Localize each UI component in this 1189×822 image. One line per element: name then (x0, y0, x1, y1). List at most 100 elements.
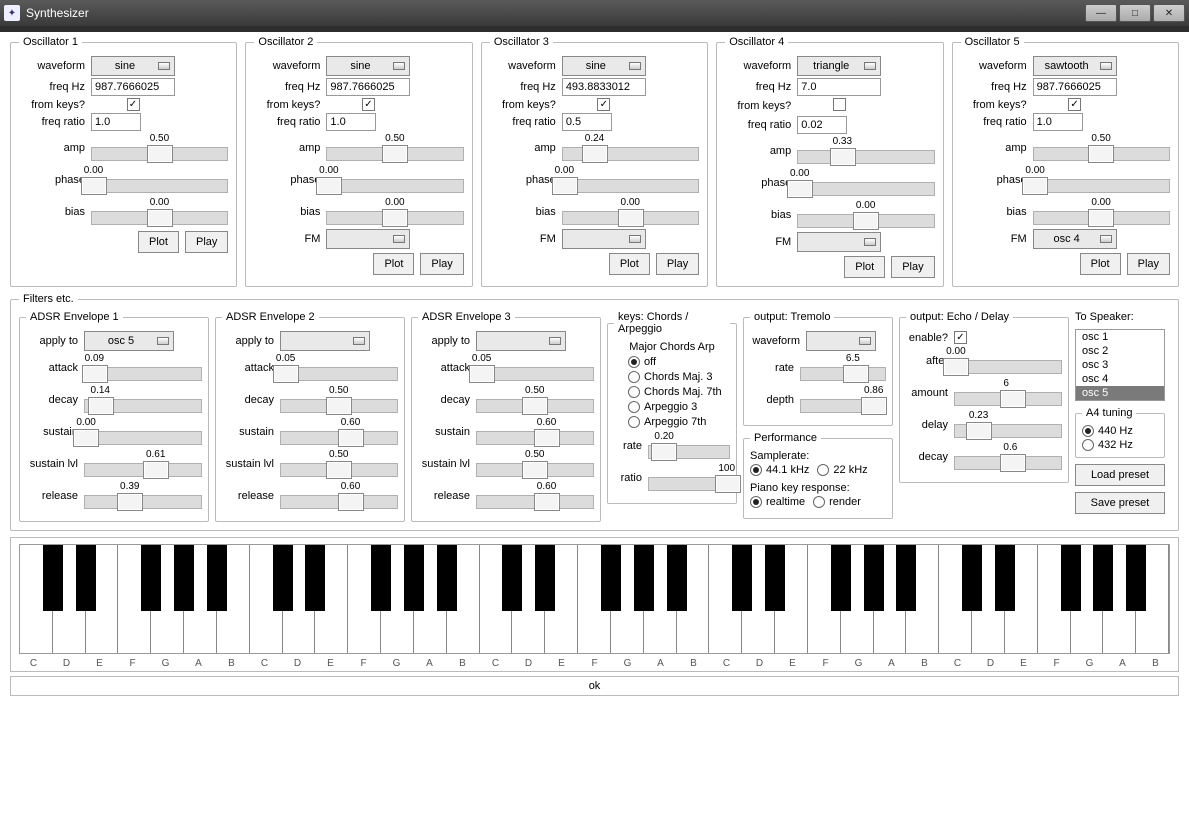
echo-delay-slider[interactable]: 0.23 (954, 410, 1062, 440)
arp-option-1-radio[interactable] (628, 371, 640, 383)
a4-1-radio[interactable] (1082, 439, 1094, 451)
save-preset-button[interactable]: Save preset (1075, 492, 1165, 514)
tospeaker-item-2[interactable]: osc 3 (1076, 358, 1164, 372)
black-key-22[interactable] (765, 545, 785, 611)
osc3-amp-slider[interactable]: 0.24 (562, 133, 699, 163)
osc4-bias-slider[interactable]: 0.00 (797, 200, 934, 230)
adsr2-attack-slider[interactable]: 0.05 (280, 353, 398, 383)
osc3-play-button[interactable]: Play (656, 253, 699, 275)
black-key-7[interactable] (273, 545, 293, 611)
black-key-10[interactable] (371, 545, 391, 611)
adsr1-sustain-slider[interactable]: 0.00 (84, 417, 202, 447)
tospeaker-item-4[interactable]: osc 5 (1076, 386, 1164, 400)
black-key-5[interactable] (207, 545, 227, 611)
osc1-waveform-dropdown[interactable]: sine (91, 56, 175, 76)
osc2-plot-button[interactable]: Plot (373, 253, 414, 275)
adsr3-sustainlvl-slider[interactable]: 0.50 (476, 449, 594, 479)
osc4-ratio-input[interactable] (797, 116, 847, 134)
black-key-26[interactable] (896, 545, 916, 611)
black-key-12[interactable] (437, 545, 457, 611)
black-key-8[interactable] (305, 545, 325, 611)
osc1-freq-input[interactable] (91, 78, 175, 96)
osc5-ratio-input[interactable] (1033, 113, 1083, 131)
window-maximize-button[interactable]: □ (1119, 4, 1151, 22)
osc2-fromkeys-checkbox[interactable]: ✓ (362, 98, 375, 111)
arp-option-0-radio[interactable] (628, 356, 640, 368)
adsr3-sustain-slider[interactable]: 0.60 (476, 417, 594, 447)
osc3-plot-button[interactable]: Plot (609, 253, 650, 275)
osc3-bias-slider[interactable]: 0.00 (562, 197, 699, 227)
osc3-phase-slider[interactable]: 0.00 (562, 165, 699, 195)
load-preset-button[interactable]: Load preset (1075, 464, 1165, 486)
adsr1-applyto-dropdown[interactable]: osc 5 (84, 331, 174, 351)
tospeaker-item-0[interactable]: osc 1 (1076, 330, 1164, 344)
black-key-28[interactable] (962, 545, 982, 611)
tospeaker-listbox[interactable]: osc 1osc 2osc 3osc 4osc 5 (1075, 329, 1165, 401)
osc3-waveform-dropdown[interactable]: sine (562, 56, 646, 76)
osc5-amp-slider[interactable]: 0.50 (1033, 133, 1170, 163)
adsr1-attack-slider[interactable]: 0.09 (84, 353, 202, 383)
piano-keyboard[interactable] (19, 544, 1170, 654)
osc3-freq-input[interactable] (562, 78, 646, 96)
arp-option-4-radio[interactable] (628, 416, 640, 428)
osc2-freq-input[interactable] (326, 78, 410, 96)
osc5-fromkeys-checkbox[interactable]: ✓ (1068, 98, 1081, 111)
adsr2-release-slider[interactable]: 0.60 (280, 481, 398, 511)
osc4-freq-input[interactable] (797, 78, 881, 96)
arp-option-2-radio[interactable] (628, 386, 640, 398)
osc5-fm-dropdown[interactable]: osc 4 (1033, 229, 1117, 249)
osc2-fm-dropdown[interactable] (326, 229, 410, 249)
black-key-15[interactable] (535, 545, 555, 611)
black-key-29[interactable] (995, 545, 1015, 611)
arp-ratio-slider[interactable]: 100 (648, 463, 730, 493)
osc4-amp-slider[interactable]: 0.33 (797, 136, 934, 166)
pianoresp-1-radio[interactable] (813, 496, 825, 508)
osc5-bias-slider[interactable]: 0.00 (1033, 197, 1170, 227)
black-key-14[interactable] (502, 545, 522, 611)
osc3-fromkeys-checkbox[interactable]: ✓ (597, 98, 610, 111)
adsr2-sustainlvl-slider[interactable]: 0.50 (280, 449, 398, 479)
adsr3-release-slider[interactable]: 0.60 (476, 481, 594, 511)
tremolo-waveform-dropdown[interactable] (806, 331, 876, 351)
adsr3-attack-slider[interactable]: 0.05 (476, 353, 594, 383)
tremolo-rate-slider[interactable]: 6.5 (800, 353, 886, 383)
tospeaker-item-1[interactable]: osc 2 (1076, 344, 1164, 358)
osc1-play-button[interactable]: Play (185, 231, 228, 253)
osc1-bias-slider[interactable]: 0.00 (91, 197, 228, 227)
osc5-play-button[interactable]: Play (1127, 253, 1170, 275)
echo-amount-slider[interactable]: 6 (954, 378, 1062, 408)
black-key-33[interactable] (1126, 545, 1146, 611)
echo-enable-checkbox[interactable]: ✓ (954, 331, 967, 344)
black-key-1[interactable] (76, 545, 96, 611)
osc2-amp-slider[interactable]: 0.50 (326, 133, 463, 163)
black-key-31[interactable] (1061, 545, 1081, 611)
adsr2-decay-slider[interactable]: 0.50 (280, 385, 398, 415)
samplerate-0-radio[interactable] (750, 464, 762, 476)
osc1-plot-button[interactable]: Plot (138, 231, 179, 253)
black-key-0[interactable] (43, 545, 63, 611)
black-key-24[interactable] (831, 545, 851, 611)
black-key-25[interactable] (864, 545, 884, 611)
osc5-phase-slider[interactable]: 0.00 (1033, 165, 1170, 195)
osc4-fromkeys-checkbox[interactable] (833, 98, 846, 111)
osc5-freq-input[interactable] (1033, 78, 1117, 96)
samplerate-1-radio[interactable] (817, 464, 829, 476)
osc4-plot-button[interactable]: Plot (844, 256, 885, 278)
black-key-4[interactable] (174, 545, 194, 611)
osc2-play-button[interactable]: Play (420, 253, 463, 275)
osc2-bias-slider[interactable]: 0.00 (326, 197, 463, 227)
black-key-32[interactable] (1093, 545, 1113, 611)
osc2-phase-slider[interactable]: 0.00 (326, 165, 463, 195)
black-key-17[interactable] (601, 545, 621, 611)
a4-0-radio[interactable] (1082, 425, 1094, 437)
adsr1-decay-slider[interactable]: 0.14 (84, 385, 202, 415)
osc5-waveform-dropdown[interactable]: sawtooth (1033, 56, 1117, 76)
tremolo-depth-slider[interactable]: 0.86 (800, 385, 886, 415)
osc4-phase-slider[interactable]: 0.00 (797, 168, 934, 198)
echo-after-slider[interactable]: 0.00 (954, 346, 1062, 376)
adsr2-applyto-dropdown[interactable] (280, 331, 370, 351)
black-key-19[interactable] (667, 545, 687, 611)
osc1-phase-slider[interactable]: 0.00 (91, 165, 228, 195)
window-minimize-button[interactable]: — (1085, 4, 1117, 22)
black-key-21[interactable] (732, 545, 752, 611)
